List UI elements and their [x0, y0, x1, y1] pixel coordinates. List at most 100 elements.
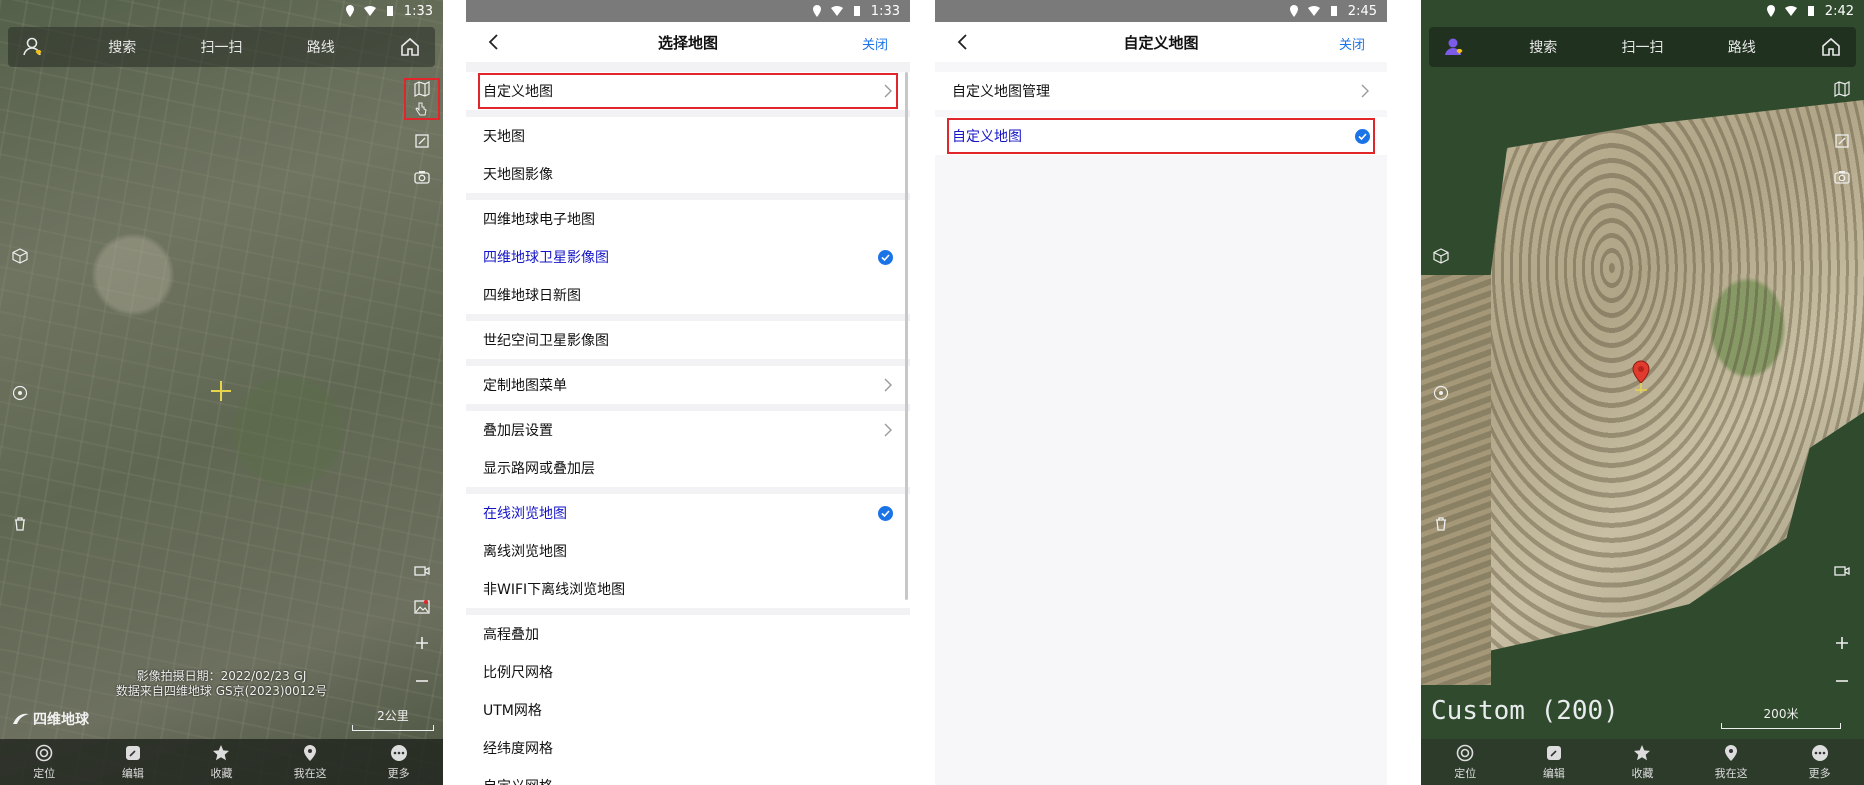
highlight-box [947, 118, 1375, 154]
battery-icon [853, 6, 860, 16]
nav-favorites[interactable]: 收藏 [191, 744, 251, 781]
trash-icon[interactable] [1430, 513, 1452, 535]
menu-item-label: 高程叠加 [483, 627, 539, 643]
wifi-icon [1307, 6, 1320, 16]
status-bar: 1:33 [466, 0, 910, 22]
chevron-right-icon [884, 378, 892, 392]
zoom-out-button[interactable] [1831, 670, 1853, 692]
bottom-nav: 定位 编辑 收藏 我在这 更多 [1421, 739, 1864, 785]
choose-map-screen: 1:33 选择地图 关闭 自定义地图天地图天地图影像四维地球电子地图四维地球卫星… [466, 0, 910, 785]
menu-item[interactable]: 四维地球日新图 [466, 276, 910, 314]
pin-icon [1725, 744, 1738, 761]
back-arrow-icon[interactable] [953, 32, 973, 52]
menu-item-label: 显示路网或叠加层 [483, 461, 595, 477]
menu-item[interactable]: 天地图 [466, 117, 910, 155]
search-button[interactable]: 搜索 [1529, 37, 1557, 57]
scrollbar[interactable] [905, 72, 908, 600]
menu-item[interactable]: 显示路网或叠加层 [466, 449, 910, 487]
close-button[interactable]: 关闭 [1339, 34, 1365, 53]
scale-label: 2公里 [377, 709, 409, 723]
menu-item[interactable]: UTM网格 [466, 691, 910, 729]
wifi-icon [363, 6, 376, 16]
menu-item-label: 在线浏览地图 [483, 506, 567, 522]
video-icon[interactable] [1831, 560, 1853, 582]
compass-icon[interactable] [1430, 382, 1452, 404]
nav-favorites[interactable]: 收藏 [1612, 744, 1672, 781]
nav-label: 更多 [387, 766, 410, 780]
trash-icon[interactable] [9, 513, 31, 535]
menu-item-label: 天地图影像 [483, 167, 553, 183]
menu-item[interactable]: 世纪空间卫星影像图 [466, 321, 910, 359]
image-compare-icon[interactable] [411, 596, 433, 618]
measure-icon[interactable] [411, 130, 433, 152]
menu-item[interactable]: 高程叠加 [466, 615, 910, 653]
map-layers-icon[interactable] [1831, 78, 1853, 100]
map-top-bar: 搜索 扫一扫 路线 [1429, 27, 1856, 67]
menu-item-label: 非WIFI下离线浏览地图 [483, 582, 626, 598]
camera-icon[interactable] [411, 166, 433, 188]
route-button[interactable]: 路线 [307, 37, 335, 57]
header: 选择地图 关闭 [466, 22, 910, 62]
page-title: 自定义地图 [1123, 33, 1199, 52]
user-avatar-icon[interactable] [1443, 36, 1465, 58]
video-icon[interactable] [411, 560, 433, 582]
menu-item[interactable]: 自定义地图 [466, 72, 910, 110]
zoom-in-button[interactable] [1831, 632, 1853, 654]
compass-icon[interactable] [9, 382, 31, 404]
3d-cube-icon[interactable] [9, 245, 31, 267]
scale-bar: 2公里 [352, 707, 434, 731]
menu-item[interactable]: 自定义地图管理 [935, 72, 1387, 110]
menu-item[interactable]: 自定义网格 [466, 767, 910, 785]
target-icon [1456, 744, 1474, 761]
location-marker-icon[interactable] [1631, 360, 1651, 394]
nav-edit[interactable]: 编辑 [103, 744, 163, 781]
screenshot-collage: 1:33 搜索 扫一扫 路线 影像拍摄日期：2022/02/23 GJ 数据来自… [0, 0, 1864, 785]
nav-locate[interactable]: 定位 [1435, 744, 1495, 781]
zoom-in-button[interactable] [411, 632, 433, 654]
camera-icon[interactable] [1831, 166, 1853, 188]
back-arrow-icon[interactable] [484, 32, 504, 52]
home-icon[interactable] [1820, 36, 1842, 58]
menu-item[interactable]: 天地图影像 [466, 155, 910, 193]
status-time: 2:45 [1347, 3, 1377, 19]
nav-more[interactable]: 更多 [1790, 744, 1850, 781]
nav-label: 编辑 [1542, 766, 1565, 780]
wifi-icon [1784, 6, 1797, 16]
menu-item-label: 四维地球电子地图 [483, 212, 595, 228]
menu-item-label: 天地图 [483, 129, 525, 145]
nav-locate[interactable]: 定位 [14, 744, 74, 781]
custom-map-overlay-edge [1421, 275, 1491, 685]
route-button[interactable]: 路线 [1728, 37, 1756, 57]
menu-item[interactable]: 非WIFI下离线浏览地图 [466, 570, 910, 608]
star-icon [1634, 744, 1651, 760]
close-button[interactable]: 关闭 [862, 34, 888, 53]
menu-item[interactable]: 比例尺网格 [466, 653, 910, 691]
battery-icon [1330, 6, 1337, 16]
menu-item[interactable]: 经纬度网格 [466, 729, 910, 767]
menu-item[interactable]: 叠加层设置 [466, 411, 910, 449]
scan-button[interactable]: 扫一扫 [1622, 37, 1664, 57]
menu-group: 自定义地图 [466, 72, 910, 110]
home-icon[interactable] [399, 36, 421, 58]
menu-item[interactable]: 自定义地图 [935, 117, 1387, 155]
3d-cube-icon[interactable] [1430, 245, 1452, 267]
nav-more[interactable]: 更多 [369, 744, 429, 781]
search-button[interactable]: 搜索 [108, 37, 136, 57]
nav-edit[interactable]: 编辑 [1524, 744, 1584, 781]
menu-item-label: 离线浏览地图 [483, 544, 567, 560]
nav-here[interactable]: 我在这 [280, 744, 340, 781]
menu-item[interactable]: 四维地球卫星影像图 [466, 238, 910, 276]
menu-item[interactable]: 四维地球电子地图 [466, 200, 910, 238]
menu-item[interactable]: 离线浏览地图 [466, 532, 910, 570]
menu-item[interactable]: 定制地图菜单 [466, 366, 910, 404]
status-time: 2:42 [1824, 3, 1854, 19]
more-icon [1811, 744, 1828, 761]
checkmark-icon [878, 249, 893, 265]
header: 自定义地图 关闭 [935, 22, 1387, 62]
menu-item[interactable]: 在线浏览地图 [466, 494, 910, 532]
scan-button[interactable]: 扫一扫 [201, 37, 243, 57]
scale-bar: 200米 [1721, 705, 1841, 729]
nav-here[interactable]: 我在这 [1701, 744, 1761, 781]
user-icon[interactable] [22, 36, 44, 58]
measure-icon[interactable] [1831, 130, 1853, 152]
